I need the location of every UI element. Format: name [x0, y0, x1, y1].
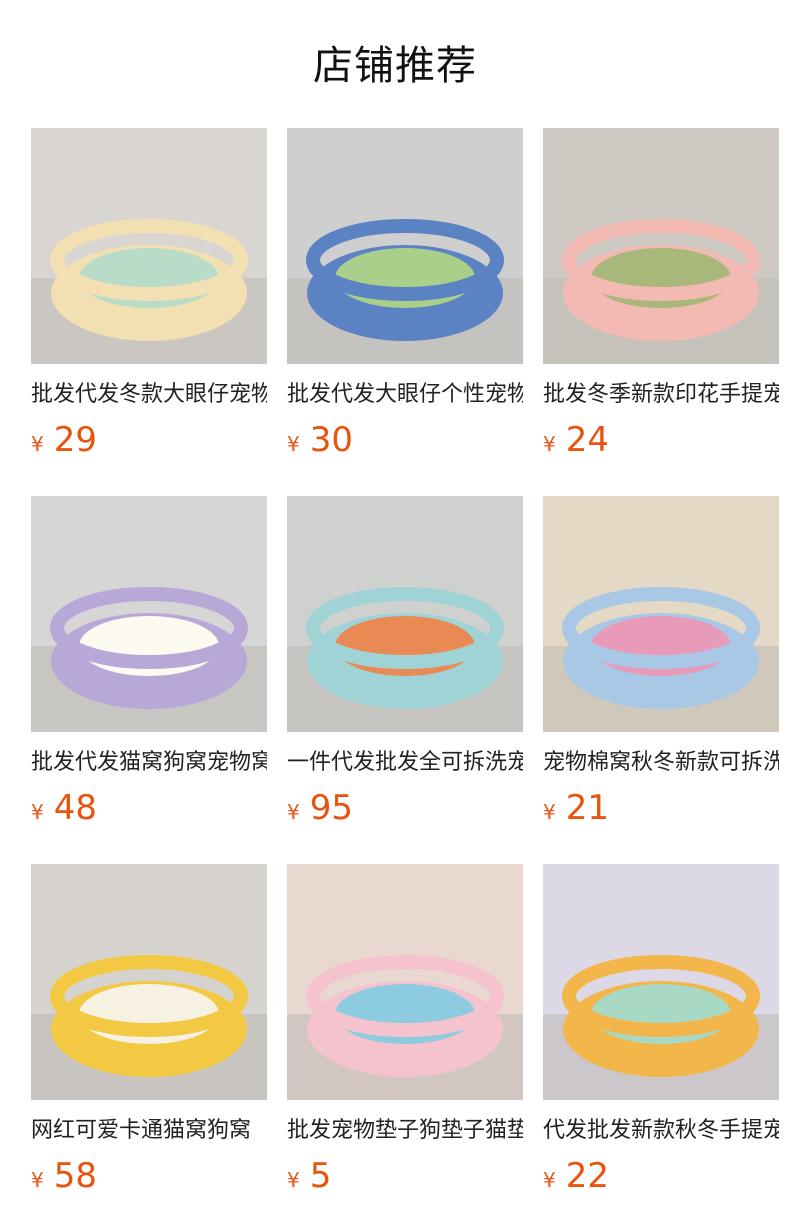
- price-currency: ¥: [287, 1168, 300, 1192]
- price-currency: ¥: [287, 800, 300, 824]
- pet-bed-photo-icon: [287, 864, 523, 1100]
- product-image[interactable]: [31, 496, 267, 732]
- product-image[interactable]: [31, 864, 267, 1100]
- price-currency: ¥: [543, 432, 556, 456]
- product-image[interactable]: [543, 496, 779, 732]
- product-name[interactable]: 批发代发猫窝狗窝宠物窝: [31, 746, 267, 780]
- product-card-6[interactable]: 宠物棉窝秋冬新款可拆洗 ¥21: [543, 496, 779, 864]
- price-currency: ¥: [543, 800, 556, 824]
- product-card-4[interactable]: 批发代发猫窝狗窝宠物窝 ¥48: [31, 496, 267, 864]
- product-name[interactable]: 网红可爱卡通猫窝狗窝: [31, 1114, 267, 1148]
- price-amount: 95: [309, 788, 353, 828]
- product-price: ¥58: [31, 1156, 267, 1196]
- pet-bed-photo-icon: [543, 864, 779, 1100]
- product-image[interactable]: [287, 496, 523, 732]
- pet-bed-photo-icon: [287, 496, 523, 732]
- product-price: ¥24: [543, 420, 779, 460]
- price-amount: 22: [565, 1156, 609, 1196]
- page-title: 店铺推荐: [313, 43, 477, 89]
- product-name[interactable]: 批发代发冬款大眼仔宠物窝: [31, 378, 267, 412]
- product-price: ¥21: [543, 788, 779, 828]
- product-name[interactable]: 批发代发大眼仔个性宠物窝: [287, 378, 523, 412]
- product-name[interactable]: 批发宠物垫子狗垫子猫垫: [287, 1114, 523, 1148]
- product-image[interactable]: [287, 864, 523, 1100]
- product-name[interactable]: 代发批发新款秋冬手提宠物窝: [543, 1114, 779, 1148]
- product-name[interactable]: 宠物棉窝秋冬新款可拆洗: [543, 746, 779, 780]
- product-card-2[interactable]: 批发代发大眼仔个性宠物窝 ¥30: [287, 128, 523, 496]
- product-price: ¥22: [543, 1156, 779, 1196]
- pet-bed-photo-icon: [31, 128, 267, 364]
- product-card-5[interactable]: 一件代发批发全可拆洗宠物窝 ¥95: [287, 496, 523, 864]
- product-price: ¥5: [287, 1156, 523, 1196]
- product-image[interactable]: [287, 128, 523, 364]
- product-card-7[interactable]: 网红可爱卡通猫窝狗窝 ¥58: [31, 864, 267, 1232]
- price-amount: 58: [53, 1156, 97, 1196]
- pet-bed-photo-icon: [31, 864, 267, 1100]
- product-image[interactable]: [543, 128, 779, 364]
- price-currency: ¥: [31, 1168, 44, 1192]
- price-amount: 48: [53, 788, 97, 828]
- price-currency: ¥: [543, 1168, 556, 1192]
- product-card-8[interactable]: 批发宠物垫子狗垫子猫垫 ¥5: [287, 864, 523, 1232]
- product-card-9[interactable]: 代发批发新款秋冬手提宠物窝 ¥22: [543, 864, 779, 1232]
- product-price: ¥95: [287, 788, 523, 828]
- product-image[interactable]: [31, 128, 267, 364]
- price-amount: 30: [309, 420, 353, 460]
- pet-bed-photo-icon: [287, 128, 523, 364]
- price-currency: ¥: [31, 432, 44, 456]
- product-name[interactable]: 一件代发批发全可拆洗宠物窝: [287, 746, 523, 780]
- product-card-1[interactable]: 批发代发冬款大眼仔宠物窝 ¥29: [31, 128, 267, 496]
- product-price: ¥30: [287, 420, 523, 460]
- product-image[interactable]: [543, 864, 779, 1100]
- price-currency: ¥: [287, 432, 300, 456]
- price-amount: 21: [565, 788, 609, 828]
- product-grid: 批发代发冬款大眼仔宠物窝 ¥29 批发代发大眼仔个性宠物窝 ¥30 批发冬季新款…: [31, 128, 779, 1232]
- price-currency: ¥: [31, 800, 44, 824]
- pet-bed-photo-icon: [543, 128, 779, 364]
- product-price: ¥48: [31, 788, 267, 828]
- price-amount: 29: [53, 420, 97, 460]
- price-amount: 5: [309, 1156, 332, 1196]
- product-card-3[interactable]: 批发冬季新款印花手提宠物窝 ¥24: [543, 128, 779, 496]
- pet-bed-photo-icon: [543, 496, 779, 732]
- product-name[interactable]: 批发冬季新款印花手提宠物窝: [543, 378, 779, 412]
- product-price: ¥29: [31, 420, 267, 460]
- pet-bed-photo-icon: [31, 496, 267, 732]
- price-amount: 24: [565, 420, 609, 460]
